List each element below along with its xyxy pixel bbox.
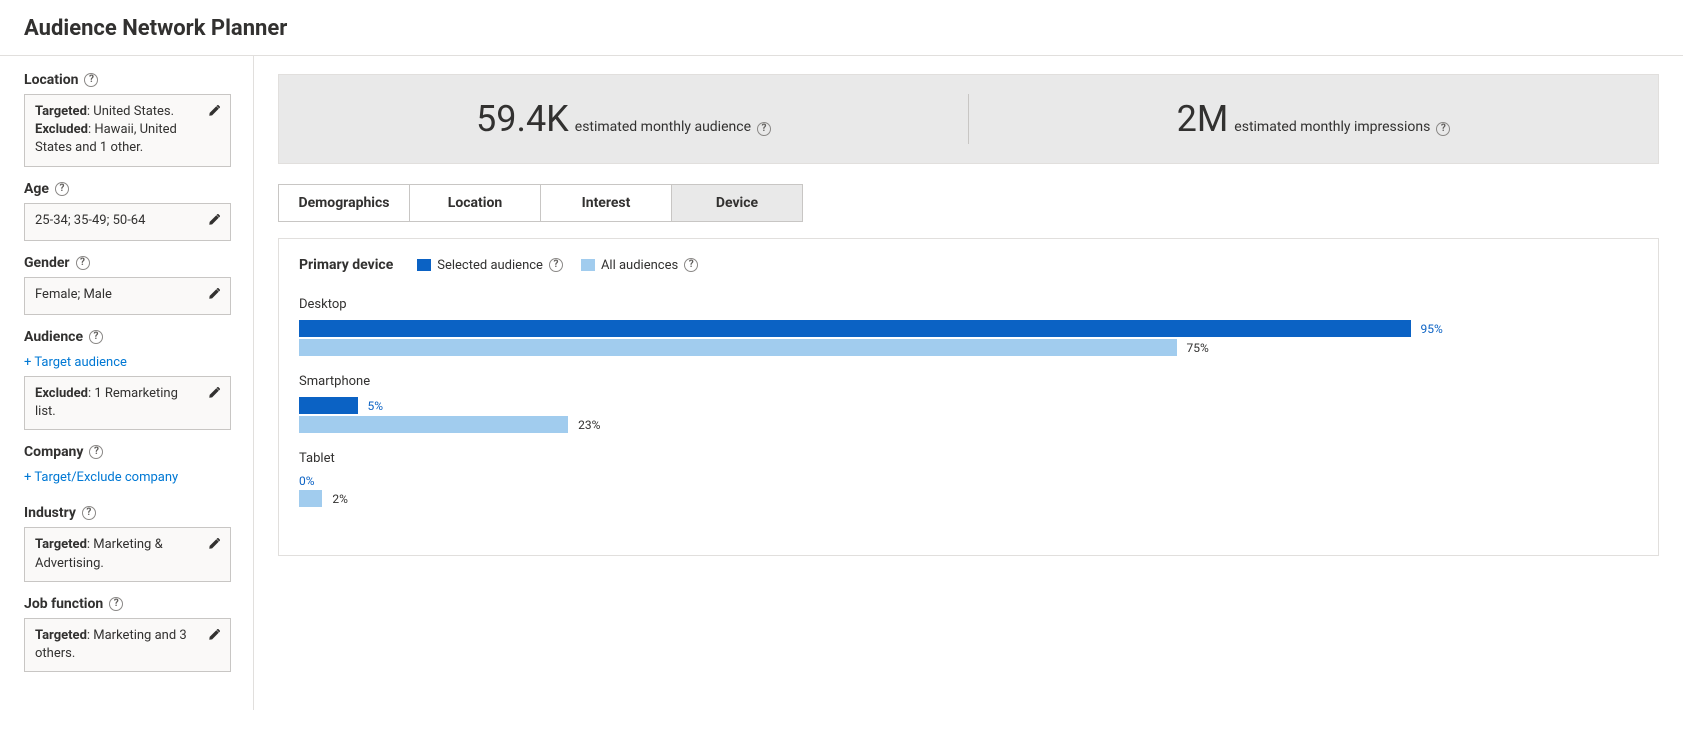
bar-group: Tablet 0% 2% [299,451,1638,507]
bar-value-selected: 5% [368,399,384,413]
swatch-all-icon [581,259,595,271]
device-panel: Primary device Selected audience ? All a… [278,238,1659,556]
gender-heading: Gender [24,255,70,271]
job-function-heading: Job function [24,596,103,612]
age-card[interactable]: 25-34; 35-49; 50-64 [24,203,231,241]
summary-audience-label: estimated monthly audience [575,119,751,135]
location-excluded-label: Excluded [35,122,88,137]
pencil-icon[interactable] [208,286,220,306]
bar-value-all: 23% [578,418,600,432]
bar-category-label: Smartphone [299,374,1638,389]
page-title: Audience Network Planner [0,0,1683,56]
bar-value-selected: 0% [299,474,1638,488]
location-card[interactable]: Targeted: United States. Excluded: Hawai… [24,94,231,167]
help-icon[interactable]: ? [89,445,103,459]
help-icon[interactable]: ? [84,73,98,87]
tab-location[interactable]: Location [410,184,541,222]
tab-interest[interactable]: Interest [541,184,672,222]
gender-value: Female; Male [35,286,200,304]
pencil-icon[interactable] [208,212,220,232]
pencil-icon[interactable] [208,103,220,123]
section-company: Company ? + Target/Exclude company [24,444,231,491]
swatch-selected-icon [417,259,431,271]
age-heading: Age [24,181,49,197]
summary-impressions: 2M estimated monthly impressions ? [969,98,1658,140]
help-icon[interactable]: ? [109,597,123,611]
bar-category-label: Tablet [299,451,1638,466]
section-location: Location ? Targeted: United States. Excl… [24,72,231,167]
tab-device[interactable]: Device [672,184,803,222]
location-targeted-label: Targeted [35,104,87,119]
bar-all [299,339,1177,356]
pencil-icon[interactable] [208,536,220,556]
bar-all [299,416,568,433]
bar-category-label: Desktop [299,297,1638,312]
bar-selected [299,320,1411,337]
age-value: 25-34; 35-49; 50-64 [35,212,200,230]
panel-title: Primary device [299,257,393,273]
content-area: 59.4K estimated monthly audience ? 2M es… [254,56,1683,710]
job-function-targeted-label: Targeted [35,628,87,643]
help-icon[interactable]: ? [757,122,771,136]
summary-box: 59.4K estimated monthly audience ? 2M es… [278,74,1659,164]
summary-impressions-label: estimated monthly impressions [1234,119,1430,135]
add-target-audience-link[interactable]: + Target audience [24,355,127,370]
tab-strip: Demographics Location Interest Device [278,184,803,222]
location-heading: Location [24,72,78,88]
summary-impressions-value: 2M [1177,98,1229,140]
bar-group: Desktop 95% 75% [299,297,1638,356]
summary-audience-value: 59.4K [476,98,569,140]
help-icon[interactable]: ? [82,506,96,520]
pencil-icon[interactable] [208,385,220,405]
legend-selected: Selected audience ? [417,258,563,273]
bar-value-all: 75% [1187,341,1209,355]
help-icon[interactable]: ? [549,258,563,272]
bar-group: Smartphone 5% 23% [299,374,1638,433]
industry-card[interactable]: Targeted: Marketing & Advertising. [24,527,231,581]
tab-demographics[interactable]: Demographics [278,184,410,222]
add-company-link[interactable]: + Target/Exclude company [24,470,178,485]
location-card-body: Targeted: United States. Excluded: Hawai… [35,103,200,158]
help-icon[interactable]: ? [89,330,103,344]
sidebar: Location ? Targeted: United States. Excl… [0,56,254,710]
bar-value-all: 2% [332,492,348,506]
legend-all: All audiences ? [581,258,698,273]
section-age: Age ? 25-34; 35-49; 50-64 [24,181,231,241]
help-icon[interactable]: ? [1436,122,1450,136]
company-heading: Company [24,444,83,460]
audience-heading: Audience [24,329,83,345]
section-job-function: Job function ? Targeted: Marketing and 3… [24,596,231,672]
bar-selected [299,397,358,414]
main-container: Location ? Targeted: United States. Excl… [0,56,1683,710]
gender-card[interactable]: Female; Male [24,277,231,315]
help-icon[interactable]: ? [684,258,698,272]
section-audience: Audience ? + Target audience Excluded: 1… [24,329,231,430]
industry-heading: Industry [24,505,76,521]
bar-chart: Desktop 95% 75% Smartphone 5% 23% Tablet 0% 2% [299,297,1638,507]
audience-excluded-label: Excluded [35,386,88,401]
legend-selected-label: Selected audience [437,258,543,273]
section-gender: Gender ? Female; Male [24,255,231,315]
pencil-icon[interactable] [208,627,220,647]
legend-all-label: All audiences [601,258,678,273]
panel-header: Primary device Selected audience ? All a… [299,257,1638,273]
audience-card[interactable]: Excluded: 1 Remarketing list. [24,376,231,430]
bar-value-selected: 95% [1421,322,1443,336]
bar-all [299,490,322,507]
job-function-card[interactable]: Targeted: Marketing and 3 others. [24,618,231,672]
section-industry: Industry ? Targeted: Marketing & Adverti… [24,505,231,581]
help-icon[interactable]: ? [76,256,90,270]
summary-audience: 59.4K estimated monthly audience ? [279,98,968,140]
help-icon[interactable]: ? [55,182,69,196]
location-targeted-value: : United States. [87,104,174,119]
industry-targeted-label: Targeted [35,537,87,552]
